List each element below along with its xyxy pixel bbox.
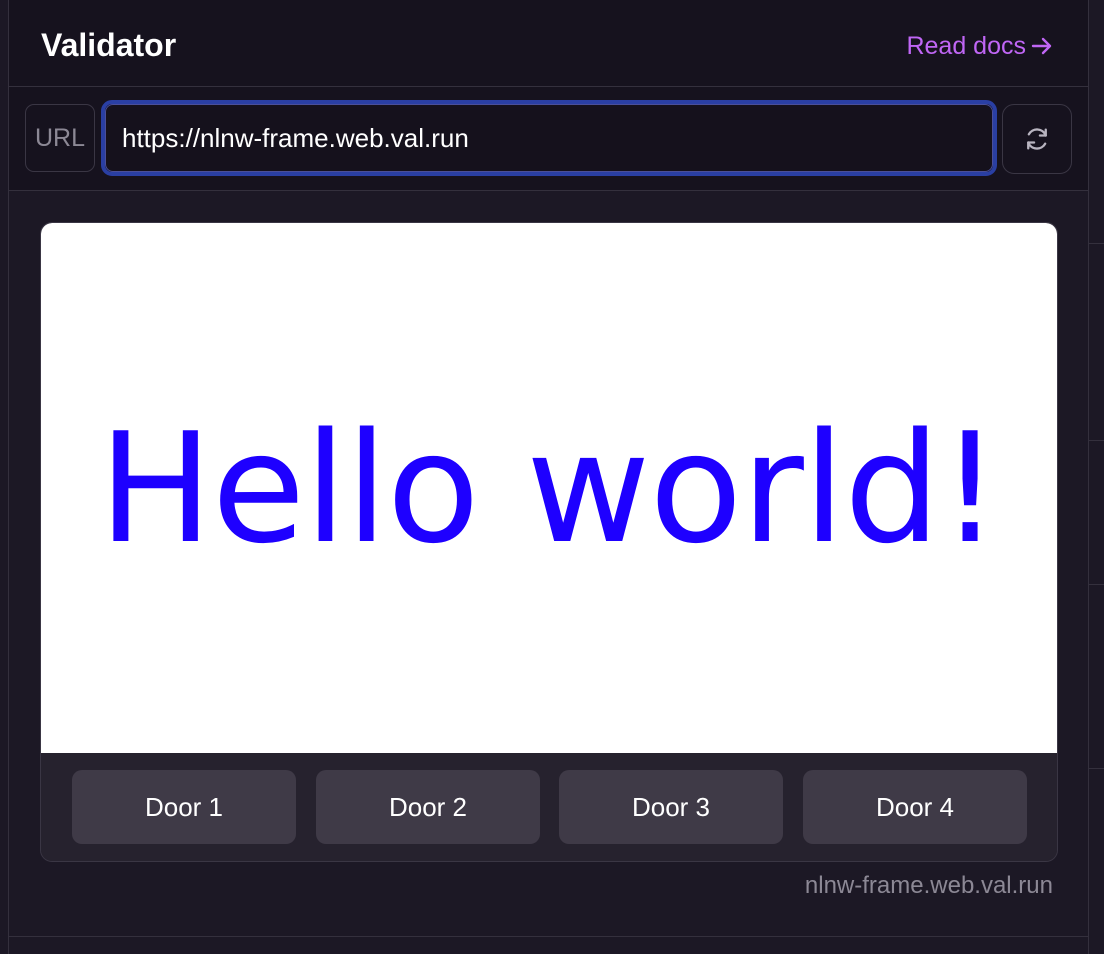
right-border bbox=[1088, 0, 1089, 954]
divider-tick bbox=[1089, 440, 1104, 441]
frame-image-text: Hello world! bbox=[98, 399, 1000, 577]
url-label: URL bbox=[25, 104, 95, 172]
refresh-icon bbox=[1027, 128, 1047, 150]
validator-panel: Validator Read docs URL Hello world! Do bbox=[0, 0, 1104, 954]
divider-tick bbox=[1089, 584, 1104, 585]
frame-buttons: Door 1 Door 2 Door 3 Door 4 bbox=[41, 753, 1057, 861]
header: Validator Read docs bbox=[9, 0, 1088, 87]
page-title: Validator bbox=[41, 27, 177, 63]
divider-tick bbox=[1089, 243, 1104, 244]
frame-host: nlnw-frame.web.val.run bbox=[804, 872, 1053, 899]
door-3-button[interactable]: Door 3 bbox=[559, 770, 783, 844]
refresh-button[interactable] bbox=[1002, 104, 1072, 174]
bottom-divider bbox=[9, 936, 1088, 937]
frame-preview: Hello world! Door 1 Door 2 Door 3 Door 4 bbox=[40, 222, 1058, 862]
door-1-button[interactable]: Door 1 bbox=[72, 770, 296, 844]
divider-tick bbox=[1089, 768, 1104, 769]
read-docs-link[interactable]: Read docs bbox=[906, 30, 1054, 62]
url-bar: URL bbox=[9, 87, 1088, 191]
arrow-right-icon bbox=[1031, 37, 1052, 55]
url-input[interactable] bbox=[105, 104, 993, 172]
url-input-focus-ring bbox=[101, 100, 997, 176]
read-docs-label: Read docs bbox=[906, 32, 1026, 60]
door-2-button[interactable]: Door 2 bbox=[316, 770, 540, 844]
door-4-button[interactable]: Door 4 bbox=[803, 770, 1027, 844]
frame-image: Hello world! bbox=[41, 223, 1057, 753]
